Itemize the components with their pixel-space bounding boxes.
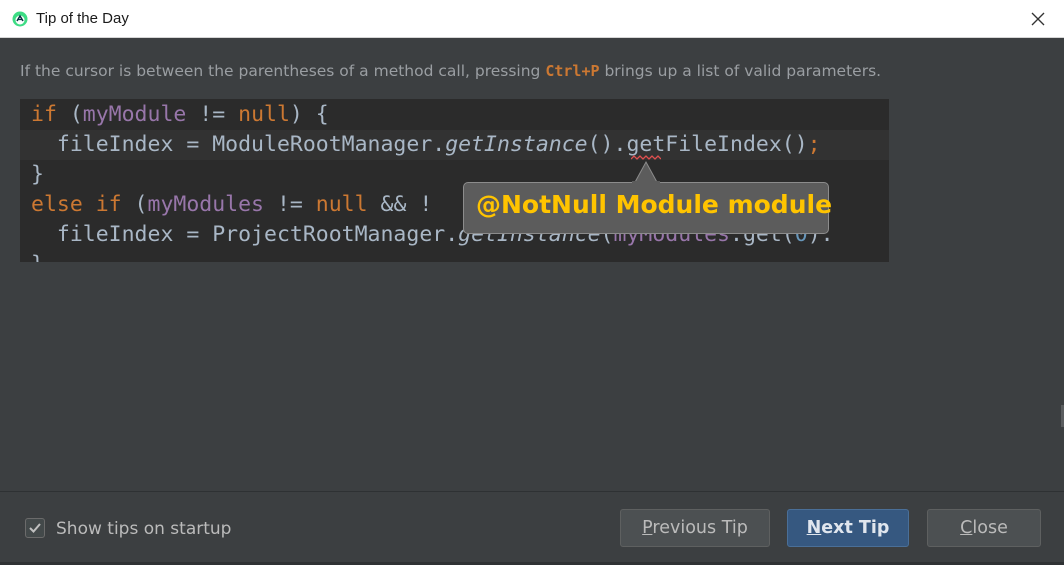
previous-tip-button[interactable]: Previous Tip bbox=[620, 509, 770, 547]
code-sample: if (myModule != null) { fileIndex = Modu… bbox=[20, 99, 889, 262]
show-tips-checkbox[interactable] bbox=[25, 518, 45, 538]
tip-description: If the cursor is between the parentheses… bbox=[20, 62, 881, 80]
code-text: ( bbox=[121, 192, 148, 217]
tooltip-pointer-join bbox=[632, 181, 660, 184]
close-icon[interactable] bbox=[1028, 9, 1048, 29]
next-tip-button[interactable]: Next Tip bbox=[787, 509, 909, 547]
tip-text-before: If the cursor is between the parentheses… bbox=[20, 62, 546, 80]
code-keyword: null bbox=[315, 192, 368, 217]
code-text: != bbox=[186, 102, 239, 127]
code-text: } bbox=[31, 162, 44, 187]
code-keyword: null bbox=[238, 102, 290, 127]
check-icon bbox=[29, 523, 41, 533]
show-tips-label[interactable]: Show tips on startup bbox=[56, 519, 231, 539]
code-text: && ! bbox=[367, 192, 433, 217]
code-field: myModules bbox=[147, 192, 265, 217]
code-text: } bbox=[31, 252, 44, 262]
title-bar: Tip of the Day bbox=[0, 0, 1064, 38]
android-studio-icon bbox=[12, 11, 28, 27]
tip-text-after: brings up a list of valid parameters. bbox=[599, 62, 882, 80]
code-keyword: else if bbox=[31, 192, 122, 217]
code-text: ) { bbox=[289, 102, 329, 127]
window-title: Tip of the Day bbox=[36, 10, 129, 27]
footer-divider bbox=[0, 491, 1064, 492]
code-line-1: if (myModule != null) { bbox=[20, 100, 889, 130]
tip-shortcut: Ctrl+P bbox=[545, 62, 600, 80]
code-text: ( bbox=[56, 102, 83, 127]
code-text: ().getFileIndex() bbox=[587, 132, 808, 157]
code-line-6: } bbox=[20, 250, 889, 262]
code-field: myModule bbox=[82, 102, 187, 127]
code-text: fileIndex = ModuleRootManager. bbox=[31, 132, 446, 157]
code-line-2: fileIndex = ModuleRootManager.getInstanc… bbox=[20, 130, 889, 160]
code-keyword: if bbox=[31, 102, 57, 127]
code-text: fileIndex = ProjectRootManager. bbox=[31, 222, 459, 247]
close-button[interactable]: Close bbox=[927, 509, 1041, 547]
code-method: getInstance bbox=[445, 132, 588, 157]
code-text: != bbox=[264, 192, 316, 217]
parameter-info-text: @NotNull Module module bbox=[476, 190, 833, 219]
code-semicolon: ; bbox=[807, 132, 821, 157]
